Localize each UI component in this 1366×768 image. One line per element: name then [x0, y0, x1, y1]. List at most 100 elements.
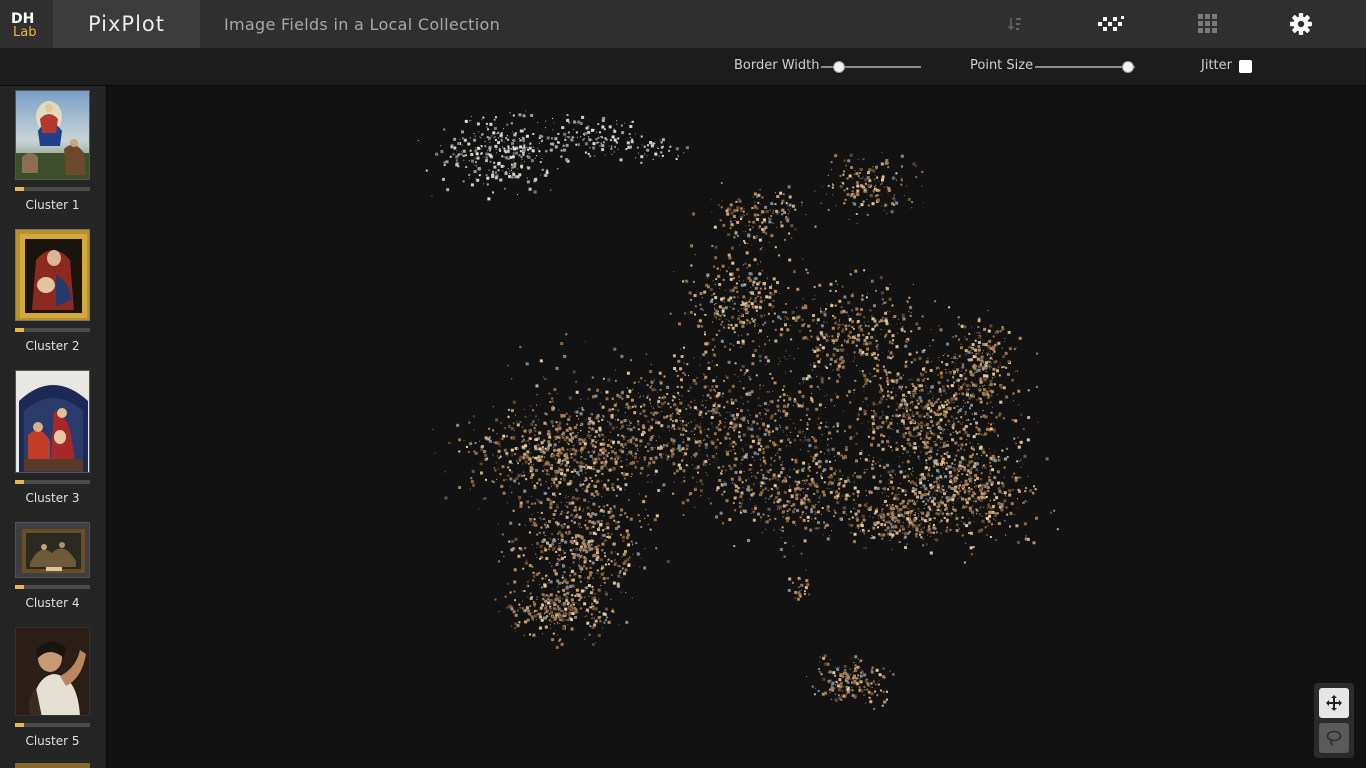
image-point[interactable]: [812, 314, 815, 317]
image-point[interactable]: [635, 452, 637, 454]
image-point[interactable]: [751, 305, 755, 309]
image-point[interactable]: [458, 486, 462, 489]
image-point[interactable]: [927, 493, 930, 496]
image-point[interactable]: [849, 401, 852, 404]
image-point[interactable]: [749, 279, 752, 283]
image-point[interactable]: [744, 284, 746, 286]
image-point[interactable]: [817, 527, 820, 530]
image-point[interactable]: [953, 418, 955, 420]
image-point[interactable]: [658, 371, 662, 375]
image-point[interactable]: [610, 147, 613, 150]
image-point[interactable]: [458, 450, 461, 453]
image-point[interactable]: [895, 381, 898, 384]
image-point[interactable]: [784, 541, 787, 544]
image-point[interactable]: [921, 413, 923, 415]
image-point[interactable]: [911, 383, 914, 386]
image-point[interactable]: [517, 194, 519, 196]
image-point[interactable]: [977, 427, 981, 431]
image-point[interactable]: [480, 471, 483, 475]
image-point[interactable]: [591, 439, 595, 443]
image-point[interactable]: [799, 439, 801, 441]
image-point[interactable]: [758, 427, 761, 430]
image-point[interactable]: [771, 477, 774, 480]
image-point[interactable]: [475, 161, 477, 164]
image-point[interactable]: [835, 205, 837, 207]
image-point[interactable]: [942, 466, 944, 468]
image-point[interactable]: [626, 447, 628, 449]
image-point[interactable]: [924, 487, 928, 491]
image-point[interactable]: [598, 141, 600, 143]
image-point[interactable]: [520, 156, 523, 158]
image-point[interactable]: [867, 332, 870, 335]
image-point[interactable]: [559, 464, 561, 466]
image-point[interactable]: [966, 391, 968, 393]
image-point[interactable]: [782, 430, 784, 432]
image-point[interactable]: [958, 430, 961, 433]
image-point[interactable]: [880, 329, 882, 330]
image-point[interactable]: [639, 472, 642, 475]
image-point[interactable]: [681, 482, 683, 484]
image-point[interactable]: [754, 506, 757, 510]
image-point[interactable]: [920, 426, 923, 429]
image-point[interactable]: [649, 457, 653, 461]
image-point[interactable]: [633, 426, 636, 429]
image-point[interactable]: [712, 408, 716, 412]
image-point[interactable]: [563, 148, 566, 152]
image-point[interactable]: [751, 439, 755, 443]
image-point[interactable]: [546, 470, 548, 471]
image-point[interactable]: [971, 477, 973, 479]
image-point[interactable]: [530, 475, 533, 479]
image-point[interactable]: [984, 466, 987, 469]
image-point[interactable]: [714, 309, 716, 311]
image-point[interactable]: [596, 141, 599, 144]
image-point[interactable]: [964, 498, 966, 500]
image-point[interactable]: [900, 154, 904, 158]
image-point[interactable]: [715, 303, 717, 304]
image-point[interactable]: [858, 407, 862, 411]
image-point[interactable]: [573, 129, 574, 130]
image-point[interactable]: [887, 470, 891, 474]
image-point[interactable]: [988, 339, 992, 343]
image-point[interactable]: [689, 413, 691, 415]
image-point[interactable]: [950, 415, 953, 418]
image-point[interactable]: [599, 145, 601, 147]
image-point[interactable]: [910, 361, 913, 364]
image-point[interactable]: [650, 448, 653, 451]
image-point[interactable]: [889, 398, 891, 399]
image-point[interactable]: [540, 403, 542, 405]
image-point[interactable]: [597, 453, 601, 457]
image-point[interactable]: [886, 377, 889, 380]
image-point[interactable]: [811, 518, 813, 520]
image-point[interactable]: [510, 448, 514, 452]
image-point[interactable]: [551, 137, 553, 140]
image-point[interactable]: [929, 447, 933, 450]
image-point[interactable]: [764, 462, 767, 465]
image-point[interactable]: [755, 309, 758, 312]
image-point[interactable]: [740, 307, 742, 309]
image-point[interactable]: [774, 203, 777, 206]
image-point[interactable]: [692, 382, 694, 384]
image-point[interactable]: [540, 174, 541, 176]
image-point[interactable]: [582, 138, 585, 141]
image-point[interactable]: [601, 144, 605, 148]
image-point[interactable]: [887, 405, 890, 408]
image-point[interactable]: [792, 510, 795, 514]
image-point[interactable]: [683, 476, 685, 478]
image-point[interactable]: [497, 468, 499, 470]
image-point[interactable]: [591, 480, 594, 482]
image-point[interactable]: [790, 338, 793, 341]
image-point[interactable]: [529, 429, 531, 432]
image-point[interactable]: [958, 487, 961, 490]
image-point[interactable]: [512, 165, 516, 169]
image-point[interactable]: [809, 528, 813, 532]
image-point[interactable]: [998, 503, 1000, 505]
image-point[interactable]: [506, 454, 509, 457]
app-name[interactable]: PixPlot: [53, 0, 200, 48]
image-point[interactable]: [610, 431, 612, 433]
image-point[interactable]: [793, 270, 796, 274]
image-point[interactable]: [963, 491, 966, 494]
image-point[interactable]: [900, 183, 903, 186]
image-point[interactable]: [904, 424, 906, 426]
image-point[interactable]: [807, 450, 810, 453]
image-point[interactable]: [969, 455, 973, 459]
